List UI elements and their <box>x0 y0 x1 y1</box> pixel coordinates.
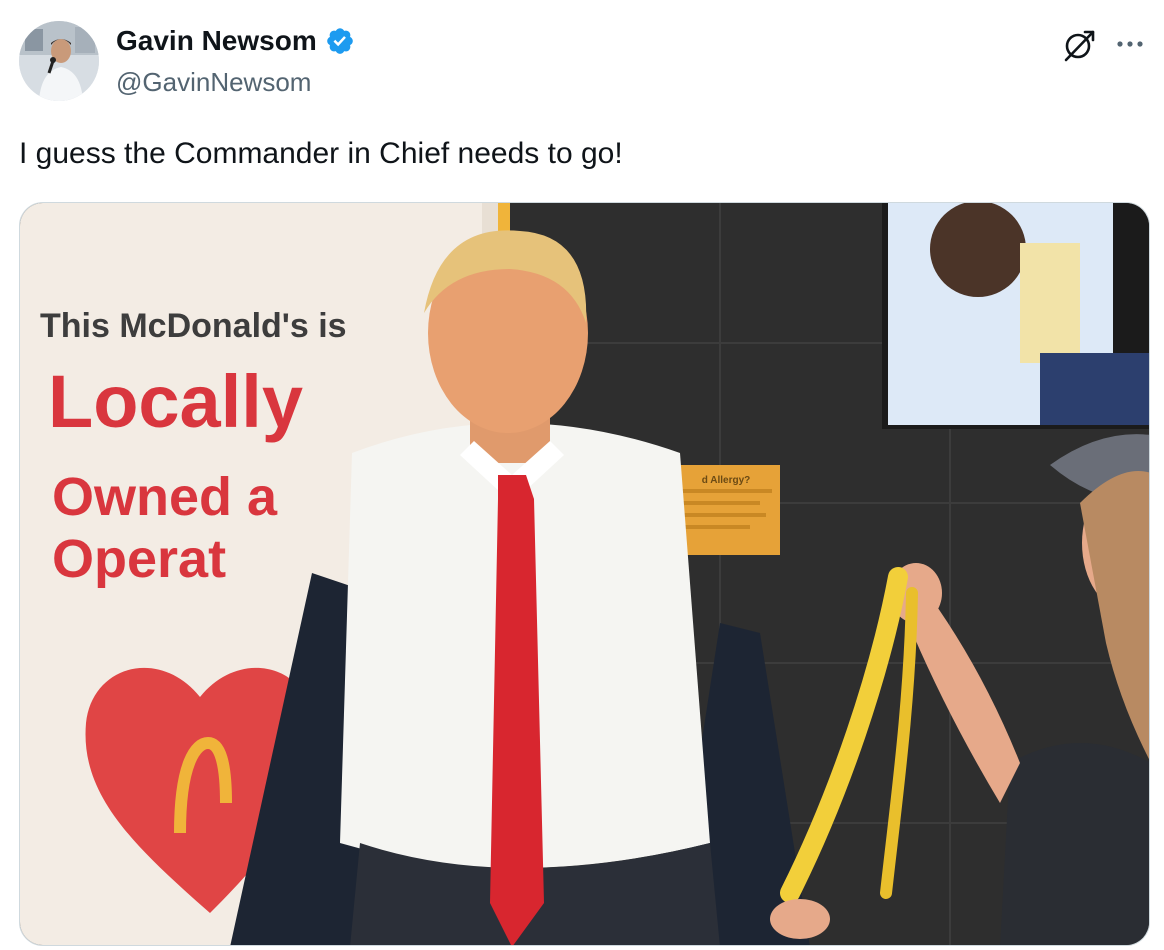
sign-line-3: Owned a <box>52 467 278 527</box>
more-icon[interactable] <box>1112 26 1148 62</box>
author-avatar[interactable] <box>19 21 99 101</box>
media-photo: d Allergy? This McDonald's is Locally Ow… <box>20 203 1149 945</box>
grok-icon[interactable] <box>1060 26 1098 64</box>
verified-badge-icon[interactable] <box>325 26 355 56</box>
author-name-row: Gavin Newsom <box>116 24 355 58</box>
tweet-author: Gavin Newsom @GavinNewsom <box>116 24 355 99</box>
sign-line-4: Operat <box>52 529 226 589</box>
author-display-name[interactable]: Gavin Newsom <box>116 24 317 58</box>
sign-line-2: Locally <box>48 360 303 443</box>
sign-line-1: This McDonald's is <box>40 307 347 345</box>
tweet-media[interactable]: d Allergy? This McDonald's is Locally Ow… <box>19 202 1150 946</box>
author-handle[interactable]: @GavinNewsom <box>116 65 355 99</box>
tweet-text: I guess the Commander in Chief needs to … <box>19 137 623 170</box>
avatar-image <box>19 21 99 101</box>
placard-text: d Allergy? <box>702 475 751 486</box>
